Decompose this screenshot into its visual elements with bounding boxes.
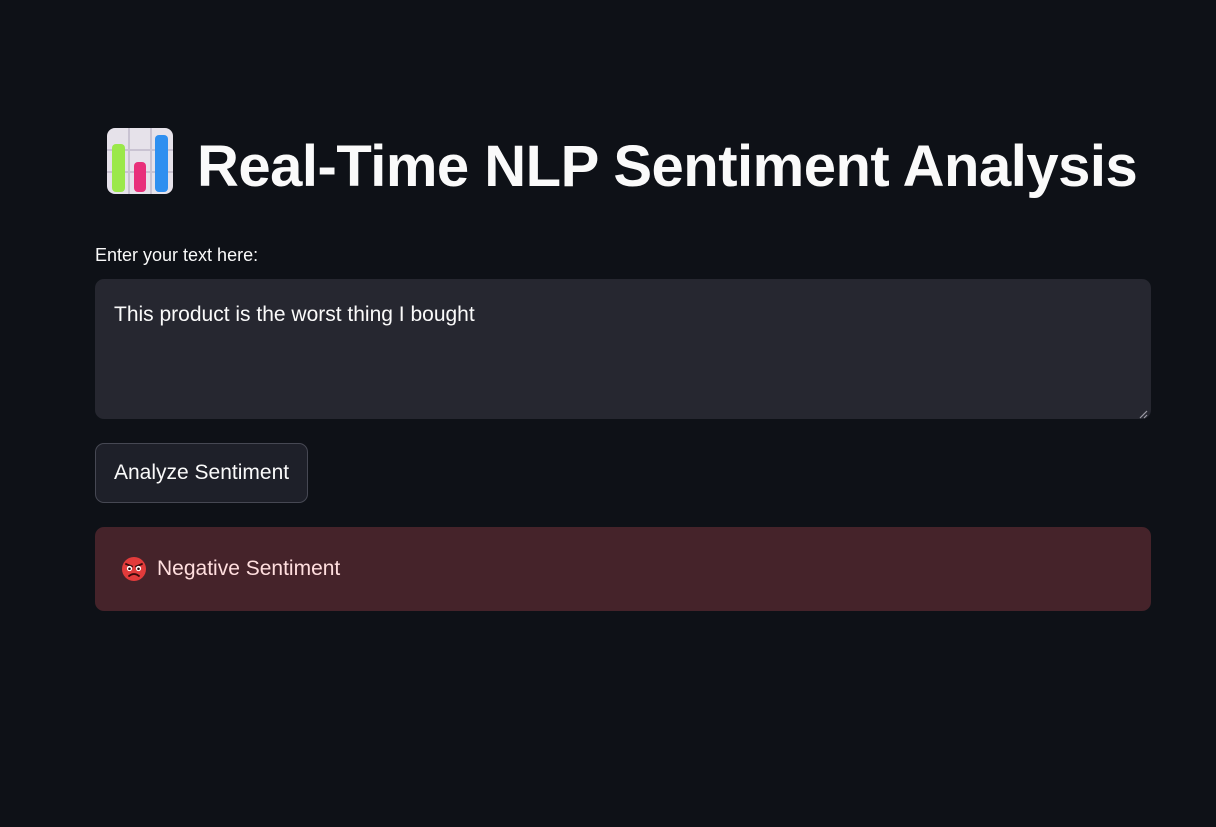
angry-face-icon [121, 556, 147, 582]
text-input-label: Enter your text here: [95, 245, 259, 265]
text-input[interactable]: This product is the worst thing I bought [95, 279, 1151, 419]
analyze-sentiment-button[interactable]: Analyze Sentiment [95, 443, 309, 503]
main-container: Real-Time NLP Sentiment Analysis Enter y… [95, 128, 1151, 611]
sentiment-result-text: Negative Sentiment [157, 557, 341, 580]
page-title: Real-Time NLP Sentiment Analysis [95, 128, 1151, 205]
resize-handle-icon[interactable] [1138, 406, 1148, 419]
sentiment-result-alert: Negative Sentiment [95, 527, 1151, 611]
page-title-text: Real-Time NLP Sentiment Analysis [197, 134, 1138, 199]
text-input-value[interactable]: This product is the worst thing I bought [114, 301, 1132, 329]
bar-chart-icon [107, 128, 173, 194]
